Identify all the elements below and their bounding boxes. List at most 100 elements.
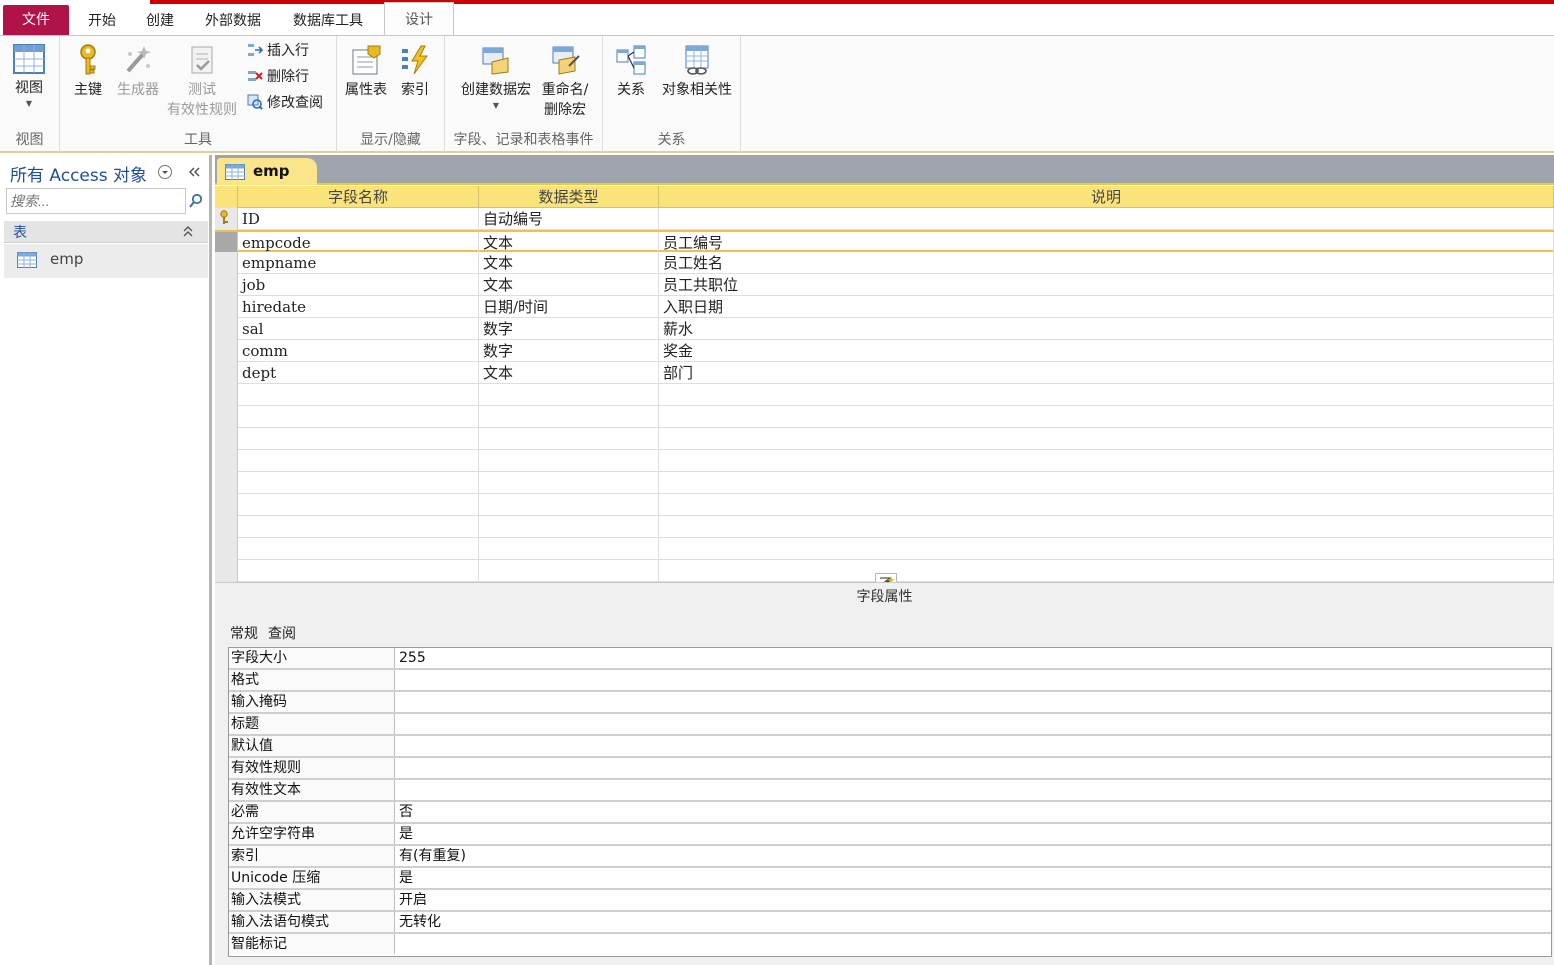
nav-menu-dropdown-icon[interactable] (157, 164, 173, 180)
chevron-up-icon[interactable] (182, 225, 194, 239)
description-cell[interactable] (659, 450, 1554, 472)
nav-header[interactable]: 所有 Access 对象 (4, 157, 208, 186)
tab-design[interactable]: 设计 (384, 2, 454, 36)
row-selector[interactable] (215, 296, 238, 318)
tab-database-tools[interactable]: 数据库工具 (282, 8, 374, 34)
table-row[interactable]: empname 文本 员工姓名 (215, 252, 1554, 274)
description-cell[interactable] (659, 494, 1554, 516)
nav-item-emp[interactable]: emp (4, 244, 208, 278)
data-type-cell[interactable] (479, 428, 659, 450)
primary-key-button[interactable]: 主键 (68, 44, 108, 100)
property-value[interactable] (397, 780, 1551, 800)
property-value[interactable] (397, 736, 1551, 756)
field-name-cell[interactable]: hiredate (238, 296, 479, 318)
description-cell[interactable] (659, 406, 1554, 428)
description-cell[interactable] (659, 538, 1554, 560)
table-row[interactable] (215, 450, 1554, 472)
view-button[interactable]: 视图 ▼ (6, 44, 52, 110)
field-name-cell[interactable] (238, 428, 479, 450)
property-value[interactable] (397, 692, 1551, 712)
table-row[interactable]: job 文本 员工共职位 (215, 274, 1554, 296)
description-cell[interactable]: 薪水 (659, 318, 1554, 340)
tab-file[interactable]: 文件 (3, 5, 69, 35)
collapse-pane-icon[interactable] (186, 164, 202, 180)
table-row[interactable] (215, 472, 1554, 494)
data-type-cell[interactable]: 文本 (479, 274, 659, 296)
data-type-cell[interactable] (479, 450, 659, 472)
create-data-macros-button[interactable]: 创建数据宏 ▼ (455, 44, 537, 112)
table-row[interactable]: empcode 文本 员工编号 (215, 230, 1554, 254)
indexes-button[interactable]: 索引 (395, 44, 435, 100)
row-selector[interactable] (215, 560, 238, 582)
tab-external-data[interactable]: 外部数据 (194, 8, 272, 34)
modify-lookups-button[interactable]: 修改查阅 (247, 92, 323, 114)
data-type-cell[interactable] (479, 494, 659, 516)
field-name-cell[interactable] (238, 406, 479, 428)
insert-row-button[interactable]: 插入行 (247, 40, 309, 62)
row-selector[interactable] (215, 208, 238, 230)
builder-button[interactable]: 生成器 (113, 44, 163, 100)
description-cell[interactable] (659, 516, 1554, 538)
field-name-cell[interactable] (238, 538, 479, 560)
nav-search-input[interactable] (6, 188, 186, 214)
table-row[interactable] (215, 428, 1554, 450)
delete-row-button[interactable]: 删除行 (247, 66, 309, 88)
table-row[interactable]: comm 数字 奖金 (215, 340, 1554, 362)
field-name-cell[interactable] (238, 472, 479, 494)
table-row[interactable]: ID 自动编号 (215, 208, 1554, 230)
field-name-cell[interactable]: dept (238, 362, 479, 384)
table-row[interactable]: dept 文本 部门 (215, 362, 1554, 384)
row-selector[interactable] (215, 428, 238, 450)
row-selector[interactable] (215, 406, 238, 428)
table-row[interactable] (215, 406, 1554, 428)
property-value[interactable] (397, 758, 1551, 778)
description-cell[interactable]: 员工共职位 (659, 274, 1554, 296)
document-tab-emp[interactable]: emp (217, 158, 317, 185)
description-cell[interactable] (659, 384, 1554, 406)
property-value[interactable]: 无转化 (397, 912, 1551, 932)
field-name-cell[interactable] (238, 384, 479, 406)
field-name-cell[interactable] (238, 560, 479, 582)
property-value[interactable]: 有(有重复) (397, 846, 1551, 866)
data-type-cell[interactable]: 文本 (479, 252, 659, 274)
data-type-cell[interactable] (479, 384, 659, 406)
data-type-cell[interactable]: 文本 (479, 362, 659, 384)
data-type-cell[interactable] (479, 538, 659, 560)
relationships-button[interactable]: 关系 (611, 44, 651, 100)
description-cell[interactable]: 部门 (659, 362, 1554, 384)
property-sheet-button[interactable]: 属性表 (342, 44, 390, 100)
field-name-cell[interactable]: job (238, 274, 479, 296)
row-selector[interactable] (215, 362, 238, 384)
property-value[interactable] (397, 934, 1551, 954)
table-row[interactable] (215, 538, 1554, 560)
data-type-cell[interactable]: 自动编号 (479, 208, 659, 230)
description-cell[interactable] (659, 472, 1554, 494)
row-selector[interactable] (215, 472, 238, 494)
description-cell[interactable] (659, 208, 1554, 230)
row-selector[interactable] (215, 232, 238, 254)
field-name-cell[interactable]: empcode (238, 232, 479, 254)
data-type-cell[interactable]: 日期/时间 (479, 296, 659, 318)
description-cell[interactable] (659, 428, 1554, 450)
test-validation-rules-button[interactable]: 测试 有效性规则 (163, 44, 241, 120)
description-cell[interactable]: 入职日期 (659, 296, 1554, 318)
table-row[interactable]: sal 数字 薪水 (215, 318, 1554, 340)
tab-create[interactable]: 创建 (136, 8, 184, 34)
row-selector[interactable] (215, 516, 238, 538)
data-type-cell[interactable] (479, 472, 659, 494)
nav-section-tables[interactable]: 表 (4, 221, 208, 243)
property-value[interactable]: 是 (397, 868, 1551, 888)
row-selector[interactable] (215, 494, 238, 516)
row-selector[interactable] (215, 538, 238, 560)
property-value[interactable]: 是 (397, 824, 1551, 844)
table-row[interactable] (215, 516, 1554, 538)
field-name-cell[interactable] (238, 450, 479, 472)
field-name-cell[interactable]: sal (238, 318, 479, 340)
row-selector[interactable] (215, 340, 238, 362)
field-name-cell[interactable] (238, 516, 479, 538)
property-value[interactable] (397, 670, 1551, 690)
rename-delete-macro-button[interactable]: 重命名/ 删除宏 (537, 44, 593, 120)
row-selector[interactable] (215, 274, 238, 296)
data-type-cell[interactable]: 文本 (479, 232, 659, 254)
row-selector[interactable] (215, 384, 238, 406)
